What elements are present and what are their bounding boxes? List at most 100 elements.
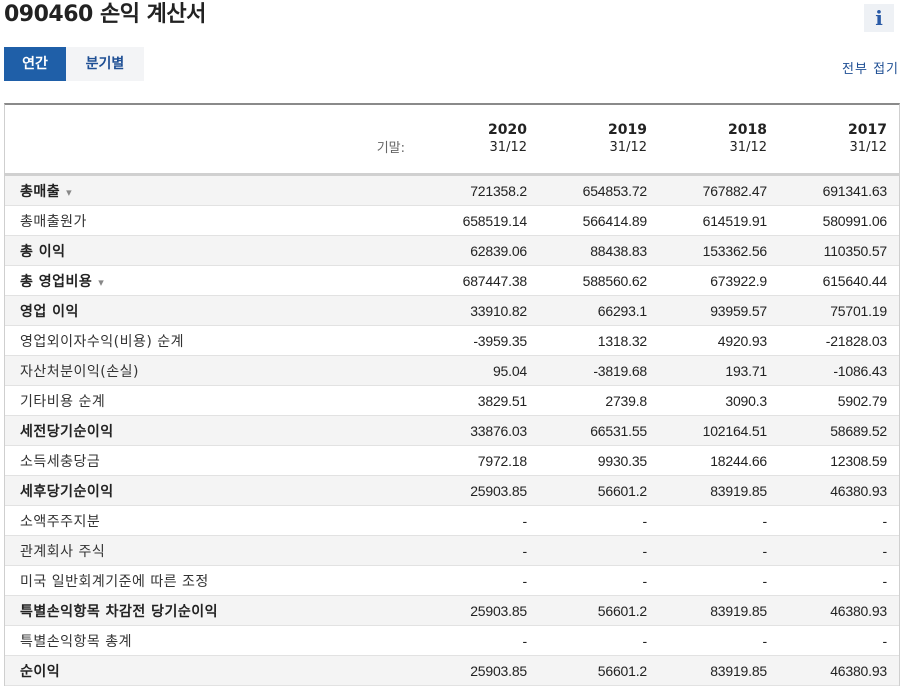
value-cell: 193.71 <box>659 355 779 386</box>
value-cell: 580991.06 <box>779 205 899 236</box>
column-header: 2020 31/12 <box>419 105 539 176</box>
value-cell: 110350.57 <box>779 235 899 266</box>
table-row: 순이익 25903.85 56601.2 83919.85 46380.93 <box>5 655 899 686</box>
row-label-cell: 총 이익 <box>5 235 419 266</box>
value-cell: 46380.93 <box>779 595 899 626</box>
chevron-down-icon[interactable]: ▾ <box>66 186 72 199</box>
row-label: 특별손익항목 총계 <box>20 633 132 650</box>
value-cell: 1318.32 <box>539 325 659 356</box>
table-row[interactable]: 총매출 ▾ 721358.2 654853.72 767882.47 691341.63 <box>5 174 899 206</box>
value-cell: 658519.14 <box>419 205 539 236</box>
column-year: 2020 <box>488 122 527 138</box>
table-header-row: 기말: 2020 31/12 2019 31/12 2018 31/12 2017 31… <box>5 105 899 176</box>
value-cell: 3829.51 <box>419 385 539 416</box>
value-cell: 4920.93 <box>659 325 779 356</box>
row-label-cell: 세전당기순이익 <box>5 415 419 446</box>
period-end-label: 기말: <box>5 105 419 176</box>
row-label-cell: 특별손익항목 총계 <box>5 625 419 656</box>
value-cell: 687447.38 <box>419 265 539 296</box>
row-label: 기타비용 순계 <box>20 393 106 410</box>
value-cell: - <box>659 535 779 566</box>
row-label-cell: 총매출 ▾ <box>5 174 419 206</box>
value-cell: 95.04 <box>419 355 539 386</box>
column-year: 2019 <box>608 122 647 138</box>
value-cell: 56601.2 <box>539 475 659 506</box>
value-cell: 25903.85 <box>419 595 539 626</box>
row-label-cell: 총 영업비용 ▾ <box>5 265 419 296</box>
value-cell: 9930.35 <box>539 445 659 476</box>
row-label-cell: 영업외이자수익(비용) 순계 <box>5 325 419 356</box>
row-label-cell: 소득세충당금 <box>5 445 419 476</box>
collapse-all-link[interactable]: 전부 접기 <box>842 58 899 77</box>
table-row: 총 이익 62839.06 88438.83 153362.56 110350.57 <box>5 235 899 266</box>
column-year: 2017 <box>848 122 887 138</box>
value-cell: 614519.91 <box>659 205 779 236</box>
value-cell: - <box>779 625 899 656</box>
row-label: 소득세충당금 <box>20 453 101 470</box>
row-label: 세전당기순이익 <box>20 423 114 440</box>
table-row[interactable]: 총 영업비용 ▾ 687447.38 588560.62 673922.9 615640.… <box>5 265 899 296</box>
table-row: 기타비용 순계 3829.51 2739.8 3090.3 5902.79 <box>5 385 899 416</box>
row-label: 총 영업비용 <box>20 273 93 290</box>
tab-quarterly[interactable]: 분기별 <box>66 47 144 81</box>
value-cell: 75701.19 <box>779 295 899 326</box>
value-cell: 153362.56 <box>659 235 779 266</box>
income-statement-table: 기말: 2020 31/12 2019 31/12 2018 31/12 2017 31… <box>4 103 900 686</box>
row-label-cell: 관계회사 주식 <box>5 535 419 566</box>
row-label: 총 이익 <box>20 243 66 260</box>
value-cell: 767882.47 <box>659 174 779 206</box>
table-row: 영업외이자수익(비용) 순계 -3959.35 1318.32 4920.93 -218… <box>5 325 899 356</box>
row-label-cell: 영업 이익 <box>5 295 419 326</box>
value-cell: 66293.1 <box>539 295 659 326</box>
value-cell: - <box>659 505 779 536</box>
value-cell: 56601.2 <box>539 595 659 626</box>
table-row: 관계회사 주식 - - - - <box>5 535 899 566</box>
info-icon[interactable]: i <box>864 4 894 32</box>
row-label: 자산처분이익(손실) <box>20 363 139 380</box>
row-label: 순이익 <box>20 663 61 680</box>
value-cell: 33910.82 <box>419 295 539 326</box>
column-date: 31/12 <box>489 140 527 155</box>
row-label: 세후당기순이익 <box>20 483 114 500</box>
value-cell: - <box>779 505 899 536</box>
value-cell: 566414.89 <box>539 205 659 236</box>
value-cell: 7972.18 <box>419 445 539 476</box>
value-cell: - <box>539 565 659 596</box>
column-date: 31/12 <box>609 140 647 155</box>
value-cell: - <box>659 625 779 656</box>
row-label-cell: 자산처분이익(손실) <box>5 355 419 386</box>
value-cell: 33876.03 <box>419 415 539 446</box>
value-cell: 12308.59 <box>779 445 899 476</box>
tab-annual[interactable]: 연간 <box>4 47 66 81</box>
table-row: 자산처분이익(손실) 95.04 -3819.68 193.71 -1086.43 <box>5 355 899 386</box>
table-row: 특별손익항목 차감전 당기순이익 25903.85 56601.2 83919.85 4… <box>5 595 899 626</box>
value-cell: 721358.2 <box>419 174 539 206</box>
value-cell: 18244.66 <box>659 445 779 476</box>
row-label-cell: 기타비용 순계 <box>5 385 419 416</box>
row-label: 미국 일반회계기준에 따른 조정 <box>20 573 209 590</box>
table-row: 세전당기순이익 33876.03 66531.55 102164.51 58689.52 <box>5 415 899 446</box>
value-cell: - <box>539 535 659 566</box>
value-cell: 25903.85 <box>419 655 539 686</box>
value-cell: 5902.79 <box>779 385 899 416</box>
column-header: 2018 31/12 <box>659 105 779 176</box>
row-label-cell: 미국 일반회계기준에 따른 조정 <box>5 565 419 596</box>
chevron-down-icon[interactable]: ▾ <box>98 276 104 289</box>
value-cell: 56601.2 <box>539 655 659 686</box>
value-cell: - <box>419 535 539 566</box>
row-label: 특별손익항목 차감전 당기순이익 <box>20 603 219 620</box>
value-cell: 25903.85 <box>419 475 539 506</box>
value-cell: -3819.68 <box>539 355 659 386</box>
value-cell: 102164.51 <box>659 415 779 446</box>
row-label-cell: 특별손익항목 차감전 당기순이익 <box>5 595 419 626</box>
value-cell: - <box>539 625 659 656</box>
column-header: 2017 31/12 <box>779 105 899 176</box>
column-date: 31/12 <box>729 140 767 155</box>
row-label-cell: 총매출원가 <box>5 205 419 236</box>
value-cell: 66531.55 <box>539 415 659 446</box>
value-cell: 46380.93 <box>779 475 899 506</box>
value-cell: -1086.43 <box>779 355 899 386</box>
value-cell: - <box>779 535 899 566</box>
value-cell: 615640.44 <box>779 265 899 296</box>
table-row: 세후당기순이익 25903.85 56601.2 83919.85 46380.93 <box>5 475 899 506</box>
